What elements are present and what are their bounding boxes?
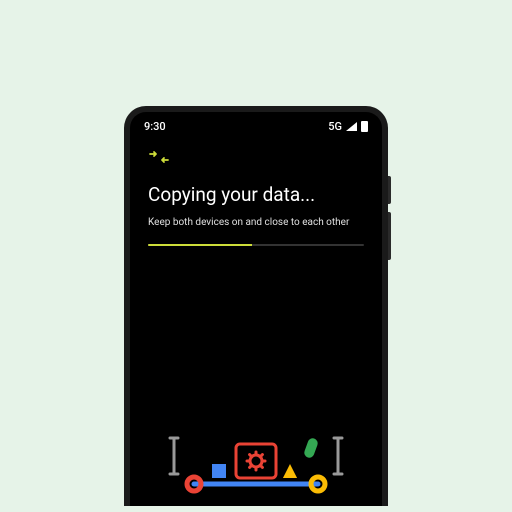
- side-button: [388, 176, 391, 204]
- signal-icon: [346, 122, 357, 131]
- conveyor-icon: [156, 416, 356, 506]
- progress-bar: [148, 244, 364, 246]
- battery-icon: [361, 121, 368, 132]
- phone-frame: 9:30 5G Copying your data... Keep both d…: [124, 106, 388, 506]
- page-title: Copying your data...: [148, 183, 364, 206]
- status-right: 5G: [328, 120, 368, 133]
- progress-fill: [148, 244, 252, 246]
- phone-screen: 9:30 5G Copying your data... Keep both d…: [130, 112, 382, 506]
- content-area: Copying your data... Keep both devices o…: [130, 137, 382, 246]
- page-subtitle: Keep both devices on and close to each o…: [148, 216, 364, 230]
- status-time: 9:30: [144, 120, 166, 133]
- network-label: 5G: [328, 120, 342, 133]
- illustration: [130, 406, 382, 506]
- transfer-icon: [148, 149, 364, 169]
- status-bar: 9:30 5G: [130, 112, 382, 137]
- side-button: [388, 212, 391, 260]
